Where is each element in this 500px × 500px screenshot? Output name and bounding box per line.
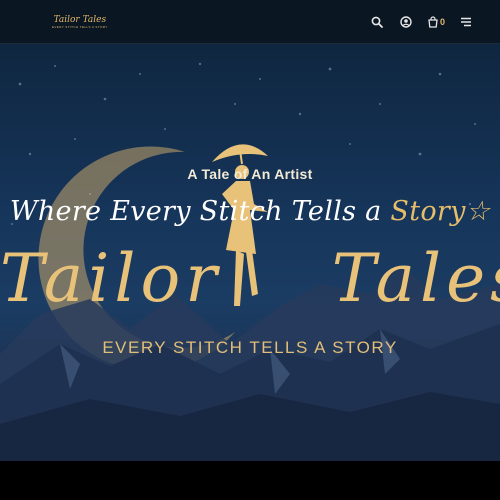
- menu-icon[interactable]: [458, 14, 474, 30]
- cart-button[interactable]: 0: [427, 15, 445, 28]
- site-header: Tailor Tales EVERY STITCH TELLS A STORY …: [0, 0, 500, 44]
- logo-subtitle: EVERY STITCH TELLS A STORY: [52, 24, 108, 29]
- brand-wordmark: Tailor Tales: [0, 240, 500, 317]
- logo-wordmark: Tailor Tales: [53, 14, 107, 25]
- site-logo[interactable]: Tailor Tales EVERY STITCH TELLS A STORY: [52, 15, 108, 29]
- headline-text: Where Every Stitch Tells a: [9, 196, 382, 227]
- hero-headline: Where Every Stitch Tells a Story☆: [0, 196, 500, 227]
- bottom-bar: [0, 461, 500, 500]
- hero-banner: A Tale of An Artist Where Every Stitch T…: [0, 44, 500, 461]
- hero-kicker: A Tale of An Artist: [187, 166, 313, 182]
- hero-tagline: EVERY STITCH TELLS A STORY: [102, 338, 398, 357]
- search-icon[interactable]: [369, 14, 385, 30]
- cart-icon: [428, 15, 438, 28]
- star-icon: ☆: [465, 196, 491, 227]
- brand-word-left: Tailor: [0, 240, 222, 317]
- account-icon[interactable]: [398, 14, 414, 30]
- headline-story-word: Story: [390, 196, 466, 227]
- brand-word-right: Tales: [331, 240, 500, 317]
- header-actions: 0: [369, 14, 474, 30]
- cart-count: 0: [439, 16, 445, 27]
